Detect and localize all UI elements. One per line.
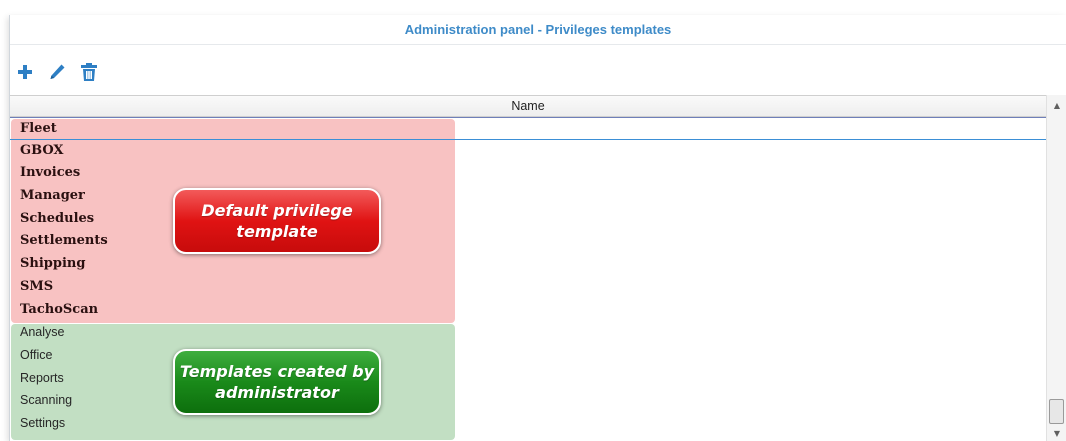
list-item[interactable]: Scanning <box>10 389 1046 412</box>
list-item[interactable]: Settings <box>10 412 1046 435</box>
list-item[interactable]: Office <box>10 344 1046 367</box>
custom-template-callout-text: Templates created by administrator <box>179 362 375 402</box>
vertical-scrollbar[interactable]: ▲ ▼ <box>1046 95 1066 441</box>
default-template-callout: Default privilege template <box>173 188 381 254</box>
add-template-button[interactable] <box>14 61 36 83</box>
list-item[interactable]: Fleet <box>10 117 1046 140</box>
list-item[interactable]: Manager <box>10 185 1046 208</box>
list-item[interactable]: GBOX <box>10 140 1046 163</box>
delete-template-button[interactable] <box>78 61 100 83</box>
scroll-up-button[interactable]: ▲ <box>1047 97 1066 113</box>
chevron-up-icon: ▲ <box>1053 100 1061 110</box>
edit-template-button[interactable] <box>46 61 68 83</box>
list-item[interactable]: Settlements <box>10 230 1046 253</box>
default-template-callout-text: Default privilege template <box>201 201 353 241</box>
privileges-templates-window: Administration panel - Privileges templa… <box>9 15 1066 441</box>
scroll-down-button[interactable]: ▼ <box>1047 425 1066 441</box>
list-item[interactable]: Reports <box>10 367 1046 390</box>
pencil-icon <box>50 64 65 79</box>
trash-icon <box>81 63 97 81</box>
toolbar <box>14 59 100 85</box>
scrollbar-thumb[interactable] <box>1049 399 1064 424</box>
column-header-label: Name <box>511 99 545 113</box>
list-item[interactable]: Analyse <box>10 321 1046 344</box>
templates-list: Fleet GBOX Invoices Manager Schedules Se… <box>10 117 1046 435</box>
custom-template-callout: Templates created by administrator <box>173 349 381 415</box>
chevron-down-icon: ▼ <box>1053 428 1061 438</box>
list-item[interactable]: Shipping <box>10 253 1046 276</box>
plus-icon <box>18 65 32 79</box>
window-title: Administration panel - Privileges templa… <box>10 15 1066 45</box>
list-item[interactable]: Invoices <box>10 162 1046 185</box>
list-item[interactable]: SMS <box>10 276 1046 299</box>
column-header-name[interactable]: Name <box>10 95 1046 117</box>
list-item[interactable]: TachoScan <box>10 299 1046 322</box>
list-item[interactable]: Schedules <box>10 208 1046 231</box>
